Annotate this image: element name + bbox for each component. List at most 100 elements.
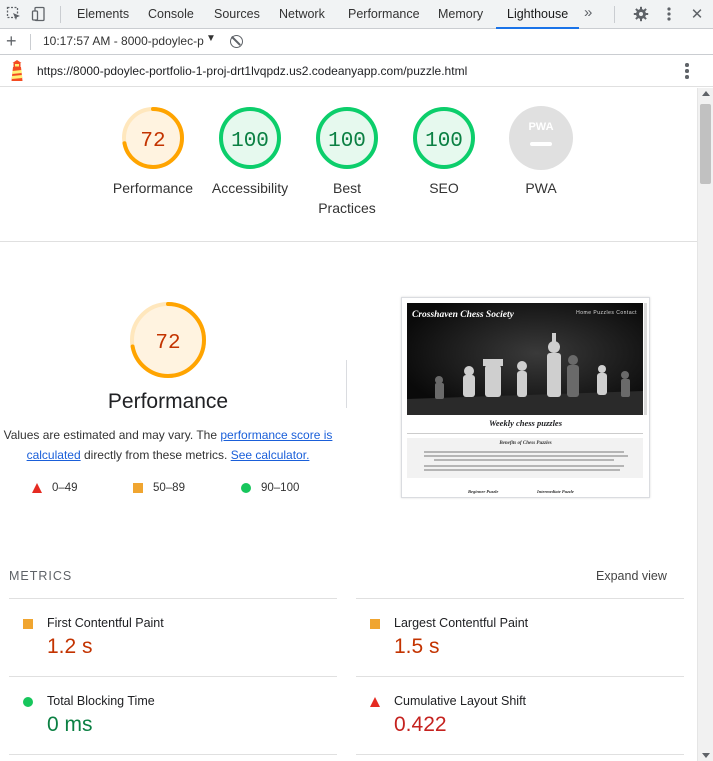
legend-average: 50–89 <box>133 482 185 494</box>
inspect-element-icon[interactable] <box>5 5 23 23</box>
tab-sources[interactable]: Sources <box>214 0 260 29</box>
report-menu-kebab-icon[interactable] <box>684 63 690 79</box>
best-practices-label: Best Practices <box>318 180 376 216</box>
section-divider <box>0 241 697 242</box>
tab-performance[interactable]: Performance <box>348 0 420 29</box>
performance-note: Values are estimated and may vary. The p… <box>0 425 336 465</box>
report-url-bar: https://8000-pdoylec-portfolio-1-proj-dr… <box>0 55 713 87</box>
toolbar-divider <box>30 34 31 50</box>
gauge-pwa[interactable]: PWA PWA <box>491 106 591 198</box>
screenshot-hero-image: Crosshaven Chess Society Home Puzzles Co… <box>407 303 643 415</box>
performance-main-score: 72 <box>155 332 180 355</box>
screenshot-rule <box>407 433 643 434</box>
metric-value: 0 ms <box>47 713 93 736</box>
vertical-divider <box>346 360 347 408</box>
seo-gauge-ring: 100 <box>413 107 475 169</box>
report-selector-bar: + 10:17:57 AM - 8000-pdoylec-p ▼ <box>0 29 713 55</box>
pass-circle-icon <box>23 697 33 707</box>
metric-name: Cumulative Layout Shift <box>394 694 527 708</box>
accessibility-score: 100 <box>231 130 269 153</box>
see-calculator-link[interactable]: See calculator. <box>231 448 310 462</box>
report-select-dropdown[interactable]: 10:17:57 AM - 8000-pdoylec-p <box>43 34 204 48</box>
screenshot-scrollbar <box>644 303 647 415</box>
gauge-seo[interactable]: 100 SEO <box>394 106 494 198</box>
performance-label: Performance <box>112 180 194 196</box>
metric-divider <box>356 598 684 599</box>
screenshot-text-line <box>424 465 624 467</box>
best-practices-gauge-ring: 100 <box>316 107 378 169</box>
screenshot-heading: Weekly chess puzzles <box>488 418 563 428</box>
audited-url[interactable]: https://8000-pdoylec-portfolio-1-proj-dr… <box>37 64 467 78</box>
screenshot-text-line <box>424 455 628 457</box>
metric-name: First Contentful Paint <box>47 616 164 630</box>
performance-main-gauge: 72 <box>130 302 206 378</box>
performance-heading: Performance <box>107 390 229 413</box>
tab-console[interactable]: Console <box>148 0 194 29</box>
new-report-plus-icon[interactable]: + <box>6 31 17 51</box>
accessibility-gauge-ring: 100 <box>219 107 281 169</box>
screenshot-text-line <box>424 469 620 471</box>
metric-total-blocking-time: Total Blocking Time 0 ms <box>9 690 329 761</box>
metric-cumulative-layout-shift: Cumulative Layout Shift 0.422 <box>356 690 676 761</box>
average-square-icon <box>133 483 143 493</box>
tab-network[interactable]: Network <box>279 0 325 29</box>
pwa-label: PWA <box>525 180 557 196</box>
performance-gauge-ring: 72 <box>122 107 184 169</box>
screenshot-footer-right: Intermediate Puzzle <box>537 489 574 494</box>
chevron-down-icon[interactable]: ▼ <box>206 33 216 44</box>
best-practices-score: 100 <box>328 130 366 153</box>
metric-value: 0.422 <box>394 713 447 736</box>
pwa-badge-text: PWA <box>528 121 553 133</box>
gauge-accessibility[interactable]: 100 Accessibility <box>200 106 300 198</box>
metric-largest-contentful-paint: Largest Contentful Paint 1.5 s <box>356 612 676 684</box>
seo-label: SEO <box>429 180 459 196</box>
accessibility-label: Accessibility <box>211 180 289 196</box>
gauge-performance[interactable]: 72 Performance <box>103 106 203 198</box>
clear-reports-block-icon[interactable] <box>230 35 243 48</box>
average-square-icon <box>370 619 380 629</box>
legend-range: 50–89 <box>153 482 185 494</box>
toolbar-divider <box>60 6 61 23</box>
screenshot-site-title: Crosshaven Chess Society <box>412 310 514 320</box>
pass-circle-icon <box>241 483 251 493</box>
metric-value: 1.5 s <box>394 635 440 658</box>
metric-name: Largest Contentful Paint <box>394 616 529 630</box>
close-icon[interactable]: ✕ <box>688 5 706 23</box>
tab-memory[interactable]: Memory <box>438 0 483 29</box>
tab-lighthouse[interactable]: Lighthouse <box>496 0 580 29</box>
gauge-best-practices[interactable]: 100 Best Practices <box>297 106 397 218</box>
legend-range: 0–49 <box>52 482 78 494</box>
more-tabs-icon[interactable]: » <box>584 4 592 21</box>
metric-divider <box>356 754 684 755</box>
legend-range: 90–100 <box>261 482 300 494</box>
report-scrollbar[interactable] <box>697 88 713 761</box>
settings-gear-icon[interactable] <box>632 5 650 23</box>
metrics-heading: METRICS <box>9 569 73 583</box>
seo-score: 100 <box>425 130 463 153</box>
performance-score: 72 <box>140 130 165 153</box>
scroll-down-arrow-icon[interactable] <box>702 753 710 758</box>
screenshot-nav: Home Puzzles Contact <box>576 310 637 316</box>
scroll-up-arrow-icon[interactable] <box>702 91 710 96</box>
device-toolbar-icon[interactable] <box>30 5 48 23</box>
metric-divider <box>9 754 337 755</box>
metric-divider <box>9 598 337 599</box>
average-square-icon <box>23 619 33 629</box>
pwa-badge-icon: PWA <box>509 106 573 170</box>
final-screenshot-thumbnail[interactable]: Crosshaven Chess Society Home Puzzles Co… <box>401 297 650 498</box>
toolbar-divider <box>614 6 615 23</box>
screenshot-subheading: Benefits of Chess Puzzles <box>499 441 552 446</box>
screenshot-text-line <box>434 459 614 461</box>
note-text: Values are estimated and may vary. The <box>3 428 221 442</box>
expand-view-toggle[interactable]: Expand view <box>596 569 667 583</box>
tab-elements[interactable]: Elements <box>77 0 129 29</box>
lighthouse-logo-icon <box>11 60 23 81</box>
scrollbar-thumb[interactable] <box>700 104 711 184</box>
screenshot-footer-left: Beginner Puzzle <box>468 489 499 494</box>
metric-divider <box>9 676 337 677</box>
legend-pass: 90–100 <box>241 482 299 494</box>
fail-triangle-icon <box>32 483 42 493</box>
lighthouse-report: 72 Performance 100 Accessibility 100 Bes… <box>0 88 697 761</box>
customize-devtools-kebab-icon[interactable] <box>660 5 678 23</box>
note-text: directly from these metrics. <box>80 448 231 462</box>
